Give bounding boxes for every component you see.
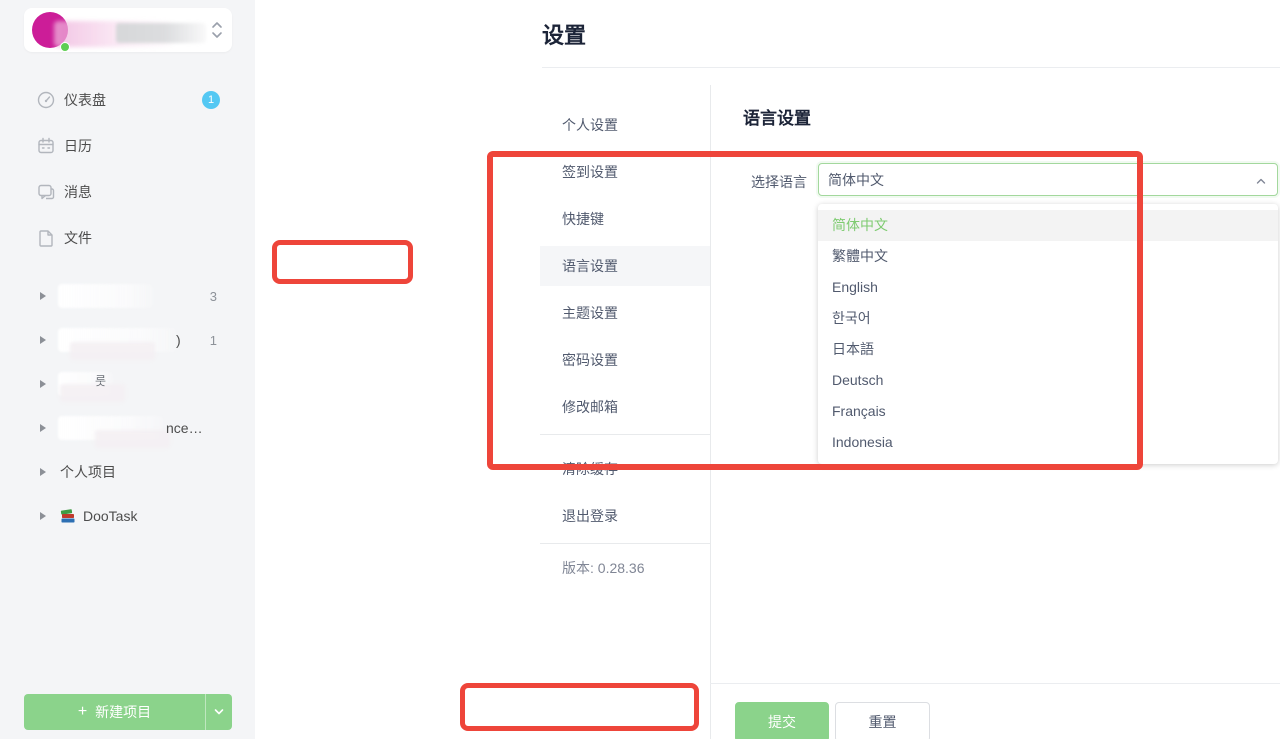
expand-triangle-icon[interactable]	[40, 512, 46, 520]
language-option-id[interactable]: Indonesia	[818, 427, 1278, 458]
language-option-ja[interactable]: 日本語	[818, 334, 1278, 365]
new-project-button[interactable]: + 新建项目	[24, 694, 232, 730]
chat-icon	[36, 182, 56, 202]
chevron-up-icon	[1254, 174, 1268, 188]
project-count: 3	[210, 289, 217, 304]
settings-menu-item-theme[interactable]: 主题设置	[540, 293, 710, 333]
settings-menu-item-clear-cache[interactable]: 清除缓存	[540, 449, 710, 489]
sidebar-item-messages[interactable]: 消息	[0, 178, 255, 206]
expand-triangle-icon[interactable]	[40, 336, 46, 344]
new-project-label: 新建项目	[95, 702, 151, 722]
project-label: 个人项目	[60, 462, 116, 482]
footer-divider	[710, 683, 1280, 684]
project-row-dootask[interactable]: DooTask	[0, 502, 255, 530]
settings-menu-item-logout[interactable]: 退出登录	[540, 496, 710, 536]
project-row-personal[interactable]: 个人项目	[0, 458, 255, 486]
language-option-en[interactable]: English	[818, 272, 1278, 303]
language-option-zh-cn[interactable]: 简体中文	[818, 210, 1278, 241]
plus-icon: +	[78, 703, 87, 721]
project-row[interactable]: 3	[0, 282, 255, 310]
sidebar-item-label: 日历	[64, 136, 92, 156]
settings-menu-item-shortcuts[interactable]: 快捷键	[540, 199, 710, 239]
calendar-icon	[36, 136, 56, 156]
gauge-icon	[36, 90, 56, 110]
reset-button[interactable]: 重置	[835, 702, 930, 739]
settings-menu-item-personal[interactable]: 个人设置	[540, 105, 710, 145]
submit-button[interactable]: 提交	[735, 702, 829, 739]
menu-group-divider	[540, 543, 710, 544]
language-option-zh-tw[interactable]: 繁體中文	[818, 241, 1278, 272]
sidebar-item-calendar[interactable]: 日历	[0, 132, 255, 160]
project-row[interactable]: 룻	[0, 370, 255, 398]
settings-menu: 个人设置 签到设置 快捷键 语言设置 主题设置 密码设置 修改邮箱 清除缓存 退…	[540, 105, 710, 578]
language-option-ko[interactable]: 한국어	[818, 303, 1278, 334]
settings-menu-item-change-email[interactable]: 修改邮箱	[540, 387, 710, 427]
project-count: 1	[210, 333, 217, 348]
redacted-project-blur	[70, 342, 155, 360]
chevron-down-icon[interactable]	[206, 694, 232, 730]
dashboard-badge: 1	[202, 91, 220, 109]
sidebar-item-label: 文件	[64, 228, 92, 248]
settings-menu-item-language[interactable]: 语言设置	[540, 246, 710, 286]
menu-group-divider	[540, 434, 710, 435]
sidebar: 仪表盘 1 日历 消息 文件 3 ) 1 룻	[0, 0, 255, 739]
expand-triangle-icon[interactable]	[40, 380, 46, 388]
project-row[interactable]: ) 1	[0, 326, 255, 354]
project-name-fragment: nce…	[166, 420, 203, 436]
version-label: 版本: 0.28.36	[540, 558, 710, 578]
settings-menu-item-password[interactable]: 密码设置	[540, 340, 710, 380]
expand-triangle-icon[interactable]	[40, 292, 46, 300]
sidebar-item-label: 仪表盘	[64, 90, 106, 110]
file-icon	[36, 228, 56, 248]
redacted-user-name	[116, 23, 206, 43]
redacted-project-name	[58, 284, 153, 308]
header-divider	[542, 67, 1280, 68]
language-option-de[interactable]: Deutsch	[818, 365, 1278, 396]
settings-menu-item-checkin[interactable]: 签到设置	[540, 152, 710, 192]
expand-triangle-icon[interactable]	[40, 424, 46, 432]
page-title: 设置	[542, 18, 586, 50]
online-status-dot	[60, 42, 70, 52]
project-name-fragment: )	[176, 332, 181, 348]
sidebar-item-dashboard[interactable]: 仪表盘 1	[0, 86, 255, 114]
chevron-updown-icon[interactable]	[210, 20, 224, 40]
language-option-fr[interactable]: Français	[818, 396, 1278, 427]
language-select-value: 简体中文	[819, 170, 884, 190]
project-name-fragment: 룻	[95, 372, 106, 389]
sidebar-item-label: 消息	[64, 182, 92, 202]
expand-triangle-icon[interactable]	[40, 468, 46, 476]
language-dropdown: 简体中文 繁體中文 English 한국어 日本語 Deutsch França…	[818, 204, 1278, 464]
menu-panel-divider	[710, 85, 711, 739]
language-select-label: 选择语言	[751, 172, 807, 192]
user-card[interactable]	[24, 8, 232, 52]
project-row[interactable]: nce…	[0, 414, 255, 442]
sidebar-item-files[interactable]: 文件	[0, 224, 255, 252]
books-icon	[60, 508, 77, 524]
panel-title: 语言设置	[743, 104, 811, 129]
project-label: DooTask	[83, 508, 137, 524]
redacted-project-blur	[95, 430, 170, 448]
redacted-project-blur	[60, 384, 125, 402]
language-select[interactable]: 简体中文	[818, 163, 1278, 196]
main-content: 设置 个人设置 签到设置 快捷键 语言设置 主题设置 密码设置 修改邮箱 清除缓…	[255, 0, 1280, 739]
